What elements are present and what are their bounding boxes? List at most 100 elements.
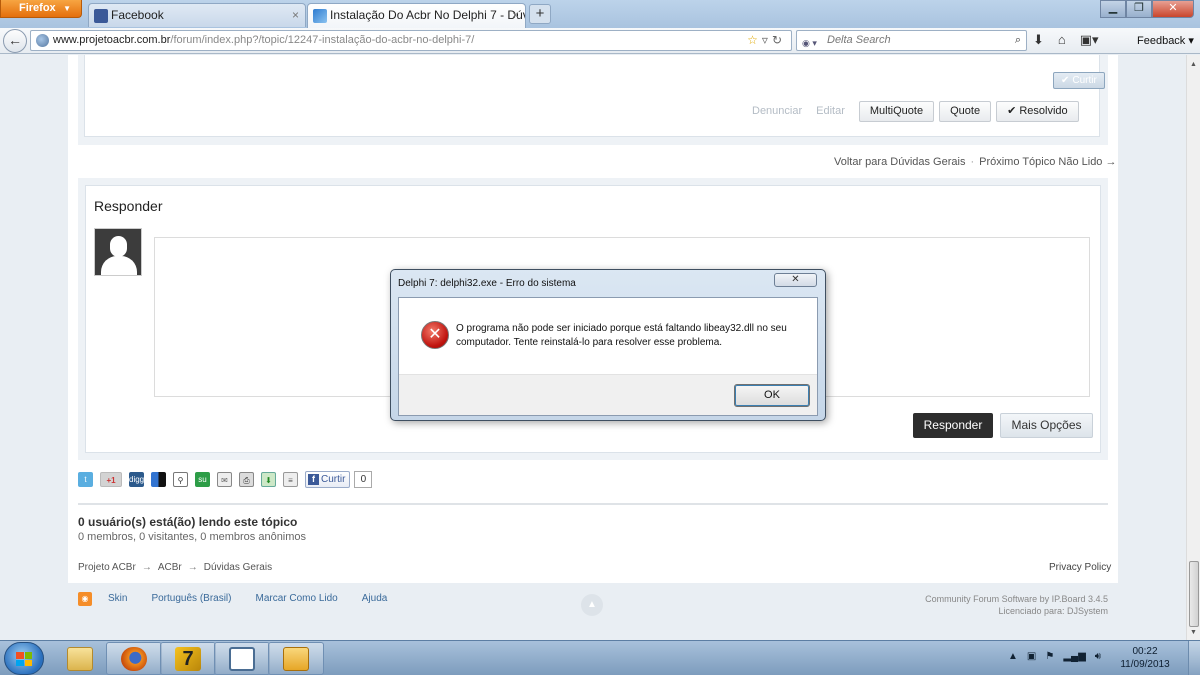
breadcrumb: Projeto ACBr → ACBr → Dúvidas Gerais [78, 562, 272, 573]
breadcrumb-item[interactable]: Dúvidas Gerais [204, 562, 272, 573]
chevron-down-icon: ▼ [63, 4, 71, 13]
next-unread-topic-link[interactable]: Próximo Tópico Não Lido → [979, 156, 1116, 168]
scroll-down-icon[interactable]: ▼ [1190, 629, 1197, 636]
taskbar-delphi[interactable]: 7 [160, 642, 216, 675]
taskbar: 7 ▲ ▣ ⚑ ▂▄▆ 🔊︎ 00:22 11/09/2013 [0, 640, 1200, 675]
footer-links: Skin Português (Brasil) Marcar Como Lido… [108, 593, 387, 604]
delphi-icon: 7 [175, 647, 201, 671]
solved-label: Resolvido [1019, 104, 1068, 117]
feedback-label: Feedback [1137, 35, 1186, 47]
ok-button[interactable]: OK [734, 384, 810, 407]
facebook-like-button[interactable]: f Curtir [305, 471, 351, 488]
notes-icon[interactable]: ≡ [283, 472, 298, 487]
url-actions: ☆▿↻ [747, 31, 786, 50]
search-engine-icon[interactable]: ◉ ▾ [802, 34, 824, 48]
download-icon[interactable]: ⬇ [1033, 32, 1044, 48]
taskbar-firefox[interactable] [106, 642, 162, 675]
minimize-button[interactable]: ▁ [1100, 0, 1126, 18]
submit-reply-button[interactable]: Responder [913, 413, 993, 438]
taskbar-explorer[interactable] [52, 642, 108, 675]
dialog-close-button[interactable]: ✕ [774, 273, 817, 287]
taskbar-outlook[interactable] [268, 642, 324, 675]
scroll-up-icon[interactable]: ▲ [1190, 61, 1197, 68]
firefox-menu-button[interactable]: Firefox ▼ [0, 0, 82, 18]
window-controls: ▁ ❐ ✕ [1100, 0, 1194, 18]
post-container: ✔ Curtir Denunciar Editar MultiQuote Quot… [78, 55, 1108, 145]
twitter-icon[interactable]: t [78, 472, 93, 487]
page-footer: ◉ Skin Português (Brasil) Marcar Como Li… [68, 583, 1118, 640]
multiquote-button[interactable]: MultiQuote [858, 100, 935, 122]
footer-link-mark-read[interactable]: Marcar Como Lido [255, 593, 337, 604]
reload-icon[interactable]: ↻ [772, 33, 786, 47]
firefox-icon [121, 647, 147, 671]
edit-link[interactable]: Editar [816, 105, 845, 117]
breadcrumb-item[interactable]: ACBr [158, 562, 182, 573]
dialog-message: O programa não pode ser iniciado porque … [456, 323, 787, 348]
post-actions: Denunciar Editar MultiQuote Quote ✔ Reso… [752, 100, 1084, 122]
breadcrumb-item[interactable]: Projeto ACBr [78, 562, 136, 573]
back-to-forum-link[interactable]: Voltar para Dúvidas Gerais [834, 156, 965, 168]
credit-line[interactable]: Community Forum Software by IP.Board 3.4… [925, 593, 1108, 605]
footer-link-skin[interactable]: Skin [108, 593, 127, 604]
print-icon[interactable]: ⎙ [239, 472, 254, 487]
url-host: www.projetoacbr.com.br [53, 34, 171, 46]
dropdown-icon[interactable]: ▿ [762, 33, 772, 47]
close-icon[interactable]: × [292, 4, 299, 26]
network-icon[interactable]: ▂▄▆ [1063, 651, 1085, 662]
privacy-policy-link[interactable]: Privacy Policy [1049, 562, 1111, 573]
solved-button[interactable]: ✔ Resolvido [996, 100, 1079, 122]
readers-title: 0 usuário(s) está(ão) lendo este tópico [78, 515, 298, 529]
mail-client-icon [283, 647, 309, 671]
footer-link-language[interactable]: Português (Brasil) [151, 593, 231, 604]
facebook-icon [94, 9, 108, 23]
globe-icon [36, 34, 49, 47]
scrollbar-thumb[interactable] [1189, 561, 1199, 627]
address-bar[interactable]: www.projetoacbr.com.br/forum/index.php?/… [30, 30, 792, 51]
search-bar[interactable]: ◉ ▾ Delta Search ⌕ [796, 30, 1027, 51]
dialog-title: Delphi 7: delphi32.exe - Erro do sistema [398, 278, 576, 289]
back-button[interactable]: ← [3, 29, 27, 53]
search-icon[interactable]: ⌕ [1015, 31, 1021, 50]
download-icon[interactable]: ⬇ [261, 472, 276, 487]
action-center-icon[interactable]: ⚑ [1045, 651, 1054, 662]
breadcrumb-arrow: → [187, 562, 198, 573]
system-tray: ▲ ▣ ⚑ ▂▄▆ 🔊︎ [1008, 651, 1101, 662]
vertical-scrollbar[interactable]: ▲ ▼ [1186, 55, 1200, 640]
report-link[interactable]: Denunciar [752, 105, 802, 117]
home-icon[interactable]: ⌂ [1058, 32, 1066, 48]
close-window-button[interactable]: ✕ [1152, 0, 1194, 18]
bookmark-star-icon[interactable]: ☆ [747, 33, 762, 47]
like-button[interactable]: ✔ Curtir [1053, 72, 1105, 89]
license-line: Licenciado para: DJSystem [998, 606, 1108, 616]
firefox-menu-label: Firefox [19, 2, 56, 14]
google-plus-button[interactable]: +1 [100, 472, 122, 487]
maximize-button[interactable]: ❐ [1126, 0, 1152, 18]
clock[interactable]: 00:22 11/09/2013 [1117, 645, 1173, 671]
show-desktop-button[interactable] [1188, 641, 1200, 675]
feedback-button[interactable]: Feedback ▾ [1137, 34, 1194, 47]
digg-button[interactable]: digg [129, 472, 144, 487]
more-options-button[interactable]: Mais Opções [1000, 413, 1093, 438]
back-to-top-icon[interactable]: ▲ [581, 594, 603, 616]
footer-link-help[interactable]: Ajuda [362, 593, 388, 604]
volume-icon[interactable]: 🔊︎ [1095, 651, 1101, 662]
tray-expand-icon[interactable]: ▲ [1008, 651, 1018, 662]
tray-app-icon[interactable]: ▣ [1027, 651, 1036, 662]
tab-facebook[interactable]: Facebook × [88, 3, 306, 27]
taskbar-app[interactable] [214, 642, 270, 675]
email-icon[interactable]: ✉ [217, 472, 232, 487]
close-icon[interactable]: × [512, 4, 519, 26]
rss-icon[interactable]: ◉ [78, 592, 92, 606]
windows-logo-icon [16, 652, 32, 666]
start-button[interactable] [4, 642, 44, 675]
stumble-icon[interactable]: ⚲ [173, 472, 188, 487]
new-tab-button[interactable]: + [529, 4, 551, 24]
quote-button[interactable]: Quote [939, 100, 992, 122]
divider [78, 503, 1108, 505]
delicious-icon[interactable] [151, 472, 166, 487]
tab-acbr-topic[interactable]: Instalação Do Acbr No Delphi 7 - Dúv... … [307, 3, 526, 28]
separator: · [970, 156, 975, 168]
bookmarks-menu-icon[interactable]: ▣▾ [1080, 32, 1099, 48]
breadcrumb-arrow: → [141, 562, 152, 573]
stumbleupon-icon[interactable]: su [195, 472, 210, 487]
